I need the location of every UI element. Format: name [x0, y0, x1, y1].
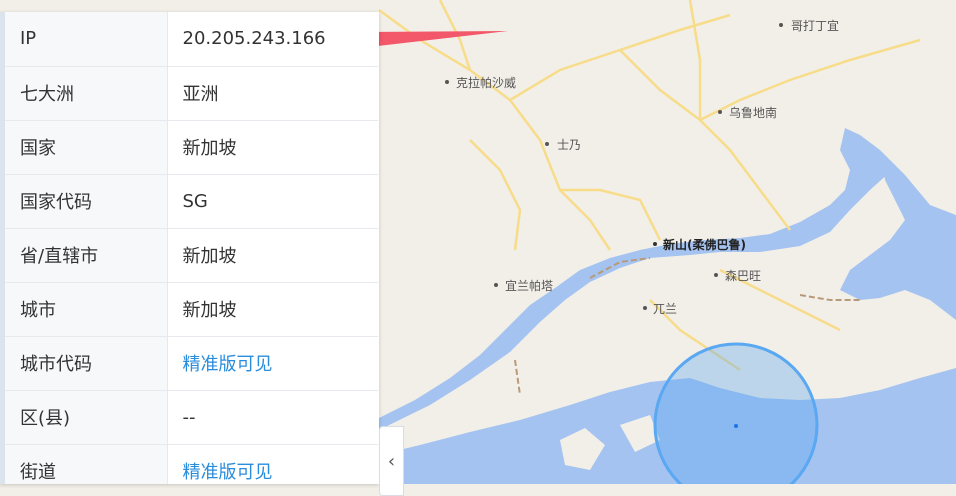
- row-value: 20.205.243.166: [167, 12, 378, 67]
- row-key: 城市: [5, 282, 168, 337]
- row-value: 新加坡: [167, 120, 378, 175]
- row-key: IP: [5, 12, 168, 67]
- ip-info-panel: IP 20.205.243.166 七大洲 亚洲 国家 新加坡 国家代码 SG 省/直辖市 新加坡…: [0, 12, 379, 484]
- place-label: 士乃: [557, 138, 581, 152]
- table-row: 省/直辖市 新加坡: [5, 228, 378, 283]
- table-row: 城市代码 精准版可见: [5, 336, 378, 391]
- table-row: IP 20.205.243.166: [5, 12, 378, 67]
- row-value-link[interactable]: 精准版可见: [167, 444, 378, 484]
- table-row: 区(县) --: [5, 390, 378, 445]
- collapse-panel-button[interactable]: ‹: [379, 426, 404, 496]
- table-row: 街道 精准版可见: [5, 444, 378, 484]
- place-label: 兀兰: [653, 302, 677, 316]
- place-label: 克拉帕沙威: [456, 75, 516, 90]
- table-row: 国家代码 SG: [5, 174, 378, 229]
- chevron-left-icon: ‹: [387, 450, 396, 472]
- place-label: 新山(柔佛巴鲁): [663, 237, 746, 252]
- row-key: 区(县): [5, 390, 168, 445]
- place-label: 宜兰帕塔: [505, 278, 553, 293]
- location-dot: [734, 424, 738, 428]
- row-value-link[interactable]: 精准版可见: [167, 336, 378, 391]
- place-label: 森巴旺: [725, 268, 761, 283]
- place-label: 哥打丁宜: [791, 18, 839, 33]
- table-row: 七大洲 亚洲: [5, 66, 378, 121]
- row-key: 七大洲: [5, 66, 168, 121]
- row-value: --: [167, 390, 378, 445]
- place-label: 乌鲁地南: [729, 105, 777, 120]
- row-key: 街道: [5, 444, 168, 484]
- row-value: 新加坡: [167, 282, 378, 337]
- row-key: 城市代码: [5, 336, 168, 391]
- row-key: 国家: [5, 120, 168, 175]
- row-key: 省/直辖市: [5, 228, 168, 283]
- table-row: 国家 新加坡: [5, 120, 378, 175]
- ip-info-table: IP 20.205.243.166 七大洲 亚洲 国家 新加坡 国家代码 SG 省/直辖市 新加坡…: [5, 12, 378, 484]
- row-value: SG: [167, 174, 378, 229]
- row-value: 新加坡: [167, 228, 378, 283]
- table-row: 城市 新加坡: [5, 282, 378, 337]
- row-value: 亚洲: [167, 66, 378, 121]
- row-key: 国家代码: [5, 174, 168, 229]
